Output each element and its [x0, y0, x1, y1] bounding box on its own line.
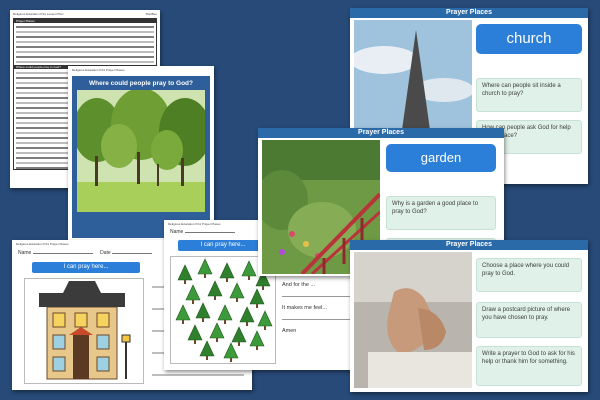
house-illustration — [39, 281, 131, 380]
tree-icon — [185, 284, 201, 304]
slide-tasks: Prayer Places Choose a place where you c… — [350, 240, 588, 392]
tree-icon — [209, 322, 225, 342]
lesson-plan-title: Religious Education KS1 Lesson Plan — [13, 12, 64, 16]
tree-icon — [249, 288, 265, 308]
slide-tasks-task-3: Write a prayer to God to ask for his hel… — [476, 346, 582, 386]
worksheet-trees-banner: I can pray here... — [178, 240, 268, 251]
lesson-plan-logo: PlanBee — [145, 12, 157, 16]
page: { "lesson_plan": { "header_title": "Reli… — [0, 0, 600, 400]
slide-garden-question-1: Why is a garden a good place to pray to … — [386, 196, 496, 230]
tree-icon — [239, 306, 255, 326]
tree-icon — [187, 324, 203, 344]
slide-garden-header: Prayer Places — [258, 128, 504, 138]
slide-tasks-task-1: Choose a place where you could pray to G… — [476, 258, 582, 292]
park-card-panel: Where could people pray to God? park — [72, 76, 210, 238]
tree-icon — [199, 340, 215, 360]
tree-icon — [241, 260, 257, 280]
tree-icon — [175, 304, 191, 324]
worksheet-house-date-label: Date — [100, 250, 111, 256]
tree-icon — [217, 304, 233, 324]
tree-icon — [207, 280, 223, 300]
lesson-plan-section-1: Prayer Places — [14, 19, 156, 23]
prayer-line-3: Amen — [282, 328, 297, 334]
slide-church-question-1: Where can people sit inside a church to … — [476, 78, 582, 112]
tree-icon — [249, 330, 265, 350]
tree-icon — [177, 264, 193, 284]
worksheet-trees-name-label: Name — [170, 229, 184, 235]
tree-icon — [195, 302, 211, 322]
worksheet-house-frame — [24, 278, 144, 384]
park-card: Religious Education KS1 Prayer Places Wh… — [68, 66, 214, 242]
tree-icon — [231, 326, 247, 346]
tree-icon — [223, 342, 239, 362]
tree-icon — [229, 282, 245, 302]
worksheet-house-name-label: Name — [18, 250, 32, 256]
tree-icon — [219, 262, 235, 282]
slide-church-word: church — [476, 24, 582, 54]
praying-hands-photo — [354, 252, 472, 388]
slide-tasks-header: Prayer Places — [350, 240, 588, 250]
slide-church-header: Prayer Places — [350, 8, 588, 18]
tree-icon — [197, 258, 213, 278]
park-card-top-text: Religious Education KS1 Prayer Places — [72, 68, 125, 72]
slide-garden-word: garden — [386, 144, 496, 172]
worksheet-house-banner: I can pray here... — [32, 262, 140, 273]
worksheet-trees-prayer-lines: And for the ... It makes me feel... Amen — [282, 282, 360, 334]
park-photo — [77, 90, 205, 212]
park-card-question: Where could people pray to God? — [88, 80, 193, 87]
slide-tasks-task-2: Draw a postcard picture of where you hav… — [476, 302, 582, 338]
tree-icon — [257, 310, 273, 330]
